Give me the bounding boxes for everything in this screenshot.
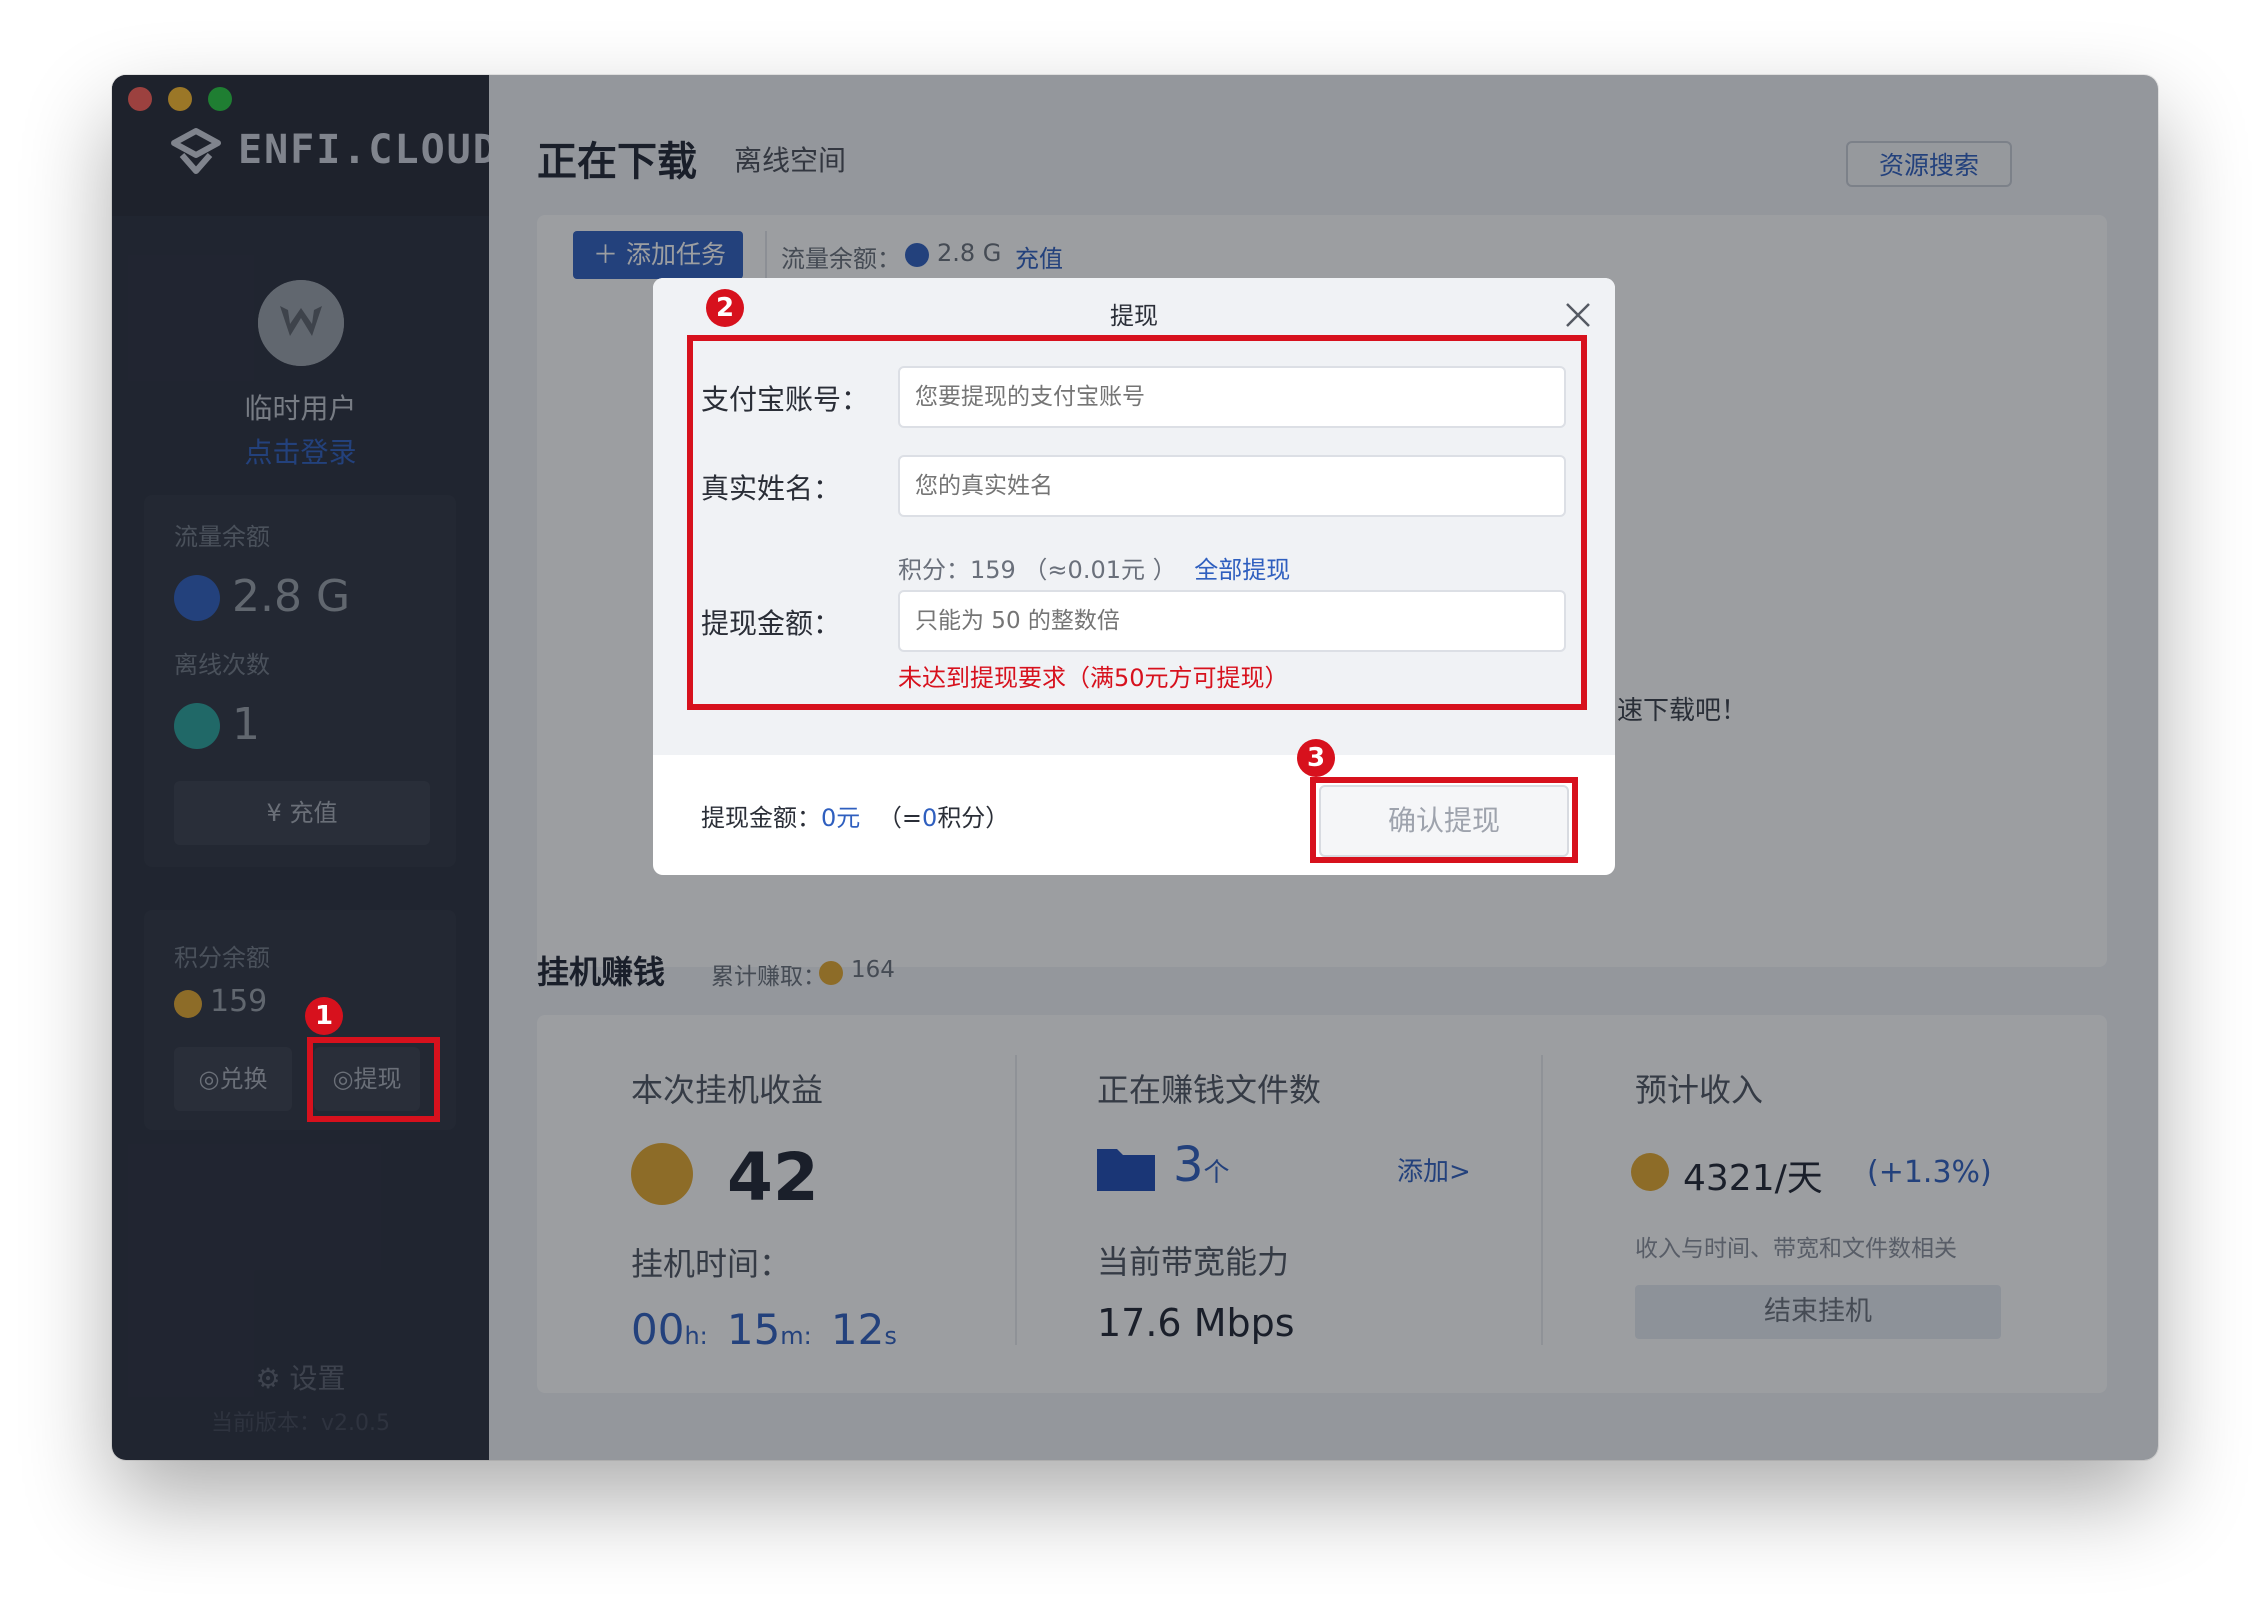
highlight-box-form bbox=[687, 335, 1587, 710]
summary-value: 0元 bbox=[821, 804, 861, 832]
summary-points-value: 0 bbox=[922, 804, 938, 832]
summary-label: 提现金额： bbox=[701, 804, 821, 832]
app-window: ENFI.CLOUD 临时用户 点击登录 流量余额 2.8 G 离线次数 1 ¥… bbox=[112, 75, 2158, 1460]
annotation-badge-1: 1 bbox=[305, 997, 343, 1035]
summary-points-open: （= bbox=[877, 804, 923, 832]
annotation-badge-2: 2 bbox=[706, 289, 744, 327]
close-icon[interactable] bbox=[1563, 300, 1593, 330]
dialog-title: 提现 bbox=[1110, 302, 1158, 330]
annotation-badge-3: 3 bbox=[1297, 739, 1335, 777]
highlight-box-confirm bbox=[1310, 777, 1578, 863]
summary-points-close: 积分） bbox=[937, 804, 1010, 832]
withdraw-summary: 提现金额：0元 （=0积分） bbox=[701, 798, 1009, 833]
highlight-box-withdraw bbox=[307, 1037, 440, 1122]
